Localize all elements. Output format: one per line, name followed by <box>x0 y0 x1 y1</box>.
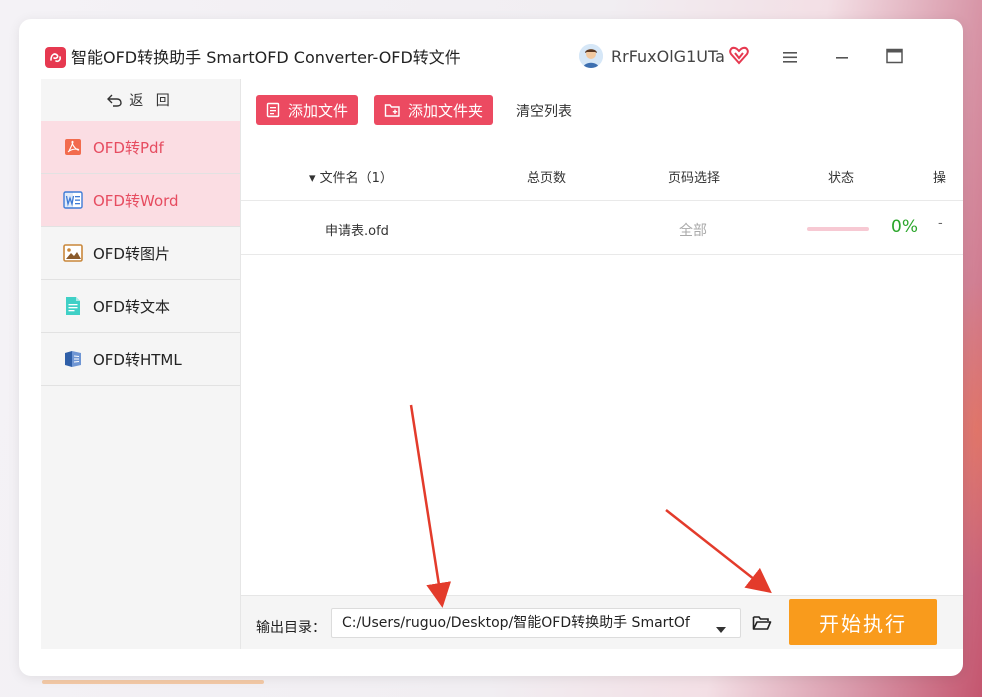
add-folder-label: 添加文件夹 <box>408 101 484 120</box>
app-logo-icon <box>45 47 66 68</box>
minimize-icon[interactable] <box>831 47 853 67</box>
sidebar-item-ofd-to-text[interactable]: OFD转文本 <box>41 280 240 333</box>
column-header-operation: 操 <box>933 171 947 186</box>
back-label: 返 回 <box>129 93 174 109</box>
add-file-button[interactable]: 添加文件 <box>256 95 359 125</box>
title-bar: 智能OFD转换助手 SmartOFD Converter-OFD转文件 RrFu… <box>19 19 963 79</box>
output-dir-label: 输出目录： <box>256 620 326 636</box>
chevron-down-icon[interactable] <box>715 619 727 633</box>
add-folder-button[interactable]: 添加文件夹 <box>374 95 494 125</box>
sidebar-item-ofd-to-pdf[interactable]: OFD转Pdf <box>41 121 240 174</box>
output-bar: 输出目录： C:/Users/ruguo/Desktop/智能OFD转换助手 S… <box>240 595 963 649</box>
row-progress-bar <box>807 227 869 231</box>
column-header-page-select: 页码选择 <box>668 171 721 186</box>
back-arrow-icon <box>107 94 122 107</box>
sidebar-item-ofd-to-image[interactable]: OFD转图片 <box>41 227 240 280</box>
taskbar-strip <box>42 680 264 684</box>
username[interactable]: RrFuxOlG1UTa <box>611 46 725 68</box>
html-icon <box>63 349 83 369</box>
output-path-select[interactable]: C:/Users/ruguo/Desktop/智能OFD转换助手 SmartOf <box>331 608 741 638</box>
vip-heart-icon[interactable] <box>728 44 750 66</box>
menu-icon[interactable] <box>779 47 801 67</box>
row-operation[interactable]: - <box>938 216 943 231</box>
sidebar-item-label: OFD转HTML <box>93 350 182 369</box>
row-filename: 申请表.ofd <box>325 224 389 239</box>
sidebar: 返 回 OFD转Pdf OFD转Word OFD转图片 OFD转文本 OFD转H… <box>41 79 240 649</box>
column-header-filename[interactable]: ▾ 文件名（1） <box>309 167 393 186</box>
main-panel: 添加文件 添加文件夹 清空列表 ▾ 文件名（1） 总页数 页码选择 状态 操 申… <box>240 79 963 649</box>
maximize-icon[interactable] <box>883 46 905 66</box>
table-header: ▾ 文件名（1） 总页数 页码选择 状态 操 <box>241 151 963 201</box>
word-icon <box>63 190 83 210</box>
row-progress-text: 0% <box>891 217 918 237</box>
back-button[interactable]: 返 回 <box>41 79 240 121</box>
sidebar-item-label: OFD转图片 <box>93 244 170 263</box>
add-folder-icon <box>384 104 400 117</box>
sidebar-item-label: OFD转Pdf <box>93 138 164 157</box>
open-folder-icon[interactable] <box>752 614 772 632</box>
table-row[interactable]: 申请表.ofd 全部 0% - <box>241 202 963 255</box>
column-header-status: 状态 <box>828 171 855 186</box>
sidebar-item-ofd-to-html[interactable]: OFD转HTML <box>41 333 240 386</box>
pdf-icon <box>63 137 83 157</box>
row-page-select[interactable]: 全部 <box>679 220 707 240</box>
user-avatar[interactable] <box>579 44 603 68</box>
image-icon <box>63 243 83 263</box>
app-window: 智能OFD转换助手 SmartOFD Converter-OFD转文件 RrFu… <box>19 19 963 676</box>
sidebar-item-label: OFD转Word <box>93 191 179 210</box>
add-file-label: 添加文件 <box>288 101 349 120</box>
clear-list-button[interactable]: 清空列表 <box>516 101 572 121</box>
column-header-pages: 总页数 <box>527 171 567 186</box>
start-button[interactable]: 开始执行 <box>789 599 937 645</box>
sidebar-item-label: OFD转文本 <box>93 297 170 316</box>
add-file-icon <box>266 102 280 118</box>
app-title: 智能OFD转换助手 SmartOFD Converter-OFD转文件 <box>71 48 461 67</box>
text-icon <box>63 296 83 316</box>
sidebar-item-ofd-to-word[interactable]: OFD转Word <box>41 174 240 227</box>
